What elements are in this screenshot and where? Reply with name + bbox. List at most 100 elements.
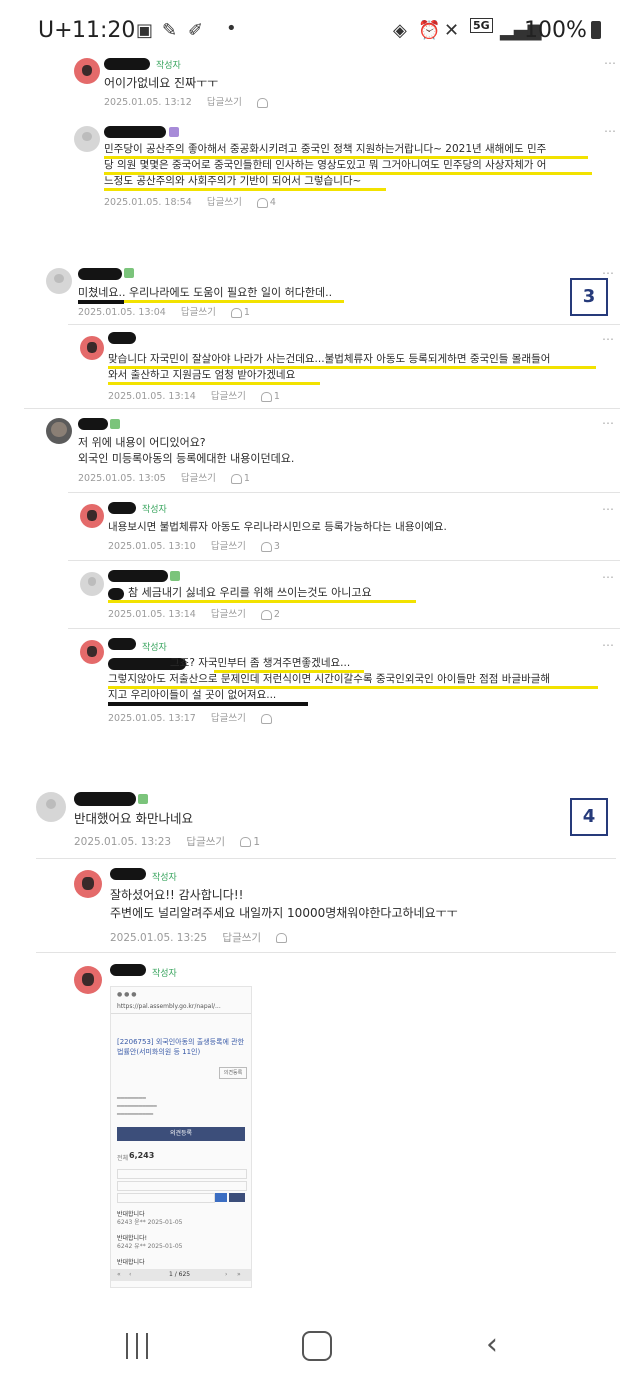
like-button[interactable] (276, 932, 289, 944)
avatar (80, 572, 104, 596)
like-button[interactable] (256, 97, 270, 108)
reply-link[interactable]: 답글쓰기 (207, 197, 242, 208)
divider (68, 492, 620, 493)
yellow-highlight (108, 382, 320, 385)
embed-title-line: 법률안(서미화의원 등 11인) (117, 1048, 201, 1056)
embed-info-line: ━━━━━━━━━━━ (117, 1103, 157, 1110)
reply-link[interactable]: 답글쓰기 (211, 713, 246, 724)
reply-link[interactable]: 답글쓰기 (211, 609, 246, 620)
embed-url: https://pal.assembly.go.kr/napal/... (117, 1003, 221, 1010)
reply-link[interactable]: 답글쓰기 (207, 97, 242, 108)
like-button[interactable]: 3 (260, 541, 280, 552)
comment-meta: 2025.01.05. 13:05 답글쓰기 1 (78, 470, 262, 484)
comment-panel-4: 4 반대했어요 화만나네요 2025.01.05. 13:23 답글쓰기 1 작… (24, 780, 624, 1290)
more-options-icon[interactable]: ⋯ (604, 56, 616, 70)
clock: 11:20 (72, 18, 136, 43)
avatar (74, 966, 102, 994)
comment-meta: 2025.01.05. 13:12 답글쓰기 (104, 94, 282, 108)
like-button[interactable]: 1 (240, 836, 260, 848)
yellow-highlight (124, 300, 344, 303)
gallery-icon: ▣ (136, 20, 154, 41)
redacted-username (104, 58, 150, 70)
like-button[interactable]: 2 (260, 609, 280, 620)
recent-apps-button[interactable] (122, 1331, 152, 1361)
reply-link[interactable]: 답글쓰기 (181, 473, 216, 484)
author-badge: 작성자 (156, 61, 181, 71)
level-badge (124, 268, 134, 278)
embed-pager-prev-icon: ‹ (129, 1271, 132, 1278)
divider (68, 628, 620, 629)
comment-meta: 2025.01.05. 13:25 답글쓰기 (110, 930, 301, 945)
embed-pager-last-icon: » (237, 1271, 241, 1278)
embed-search-button (215, 1193, 227, 1202)
embed-list-title: 반대합니다 (117, 1259, 145, 1266)
author-badge: 작성자 (142, 643, 167, 653)
comment-panel-1: 작성자 어이가없네요 진짜ㅜㅜ 2025.01.05. 13:12 답글쓰기 ⋯… (62, 48, 622, 218)
comment-text: 어이가없네요 진짜ㅜㅜ (104, 76, 219, 90)
comment-text-line: 외국인 미등록아동의 등록에대한 내용이던데요. (78, 452, 295, 465)
embed-status-bar: ● ● ● (117, 991, 137, 998)
navigation-bar: ‹ (0, 1305, 640, 1387)
level-badge (138, 794, 148, 804)
comment-date: 2025.01.05. 18:54 (104, 197, 192, 208)
redacted-username (104, 126, 166, 138)
embed-select (117, 1169, 247, 1179)
home-button[interactable] (302, 1331, 332, 1361)
section-number: 3 (570, 278, 608, 316)
reply-link[interactable]: 답글쓰기 (211, 541, 246, 552)
yellow-highlight (104, 172, 592, 175)
comment-text-line: 주변에도 널리알려주세요 내일까지 10000명채워야한다고하네요ㅜㅜ (110, 906, 458, 920)
heart-icon (256, 97, 268, 108)
more-options-icon[interactable]: ⋯ (602, 416, 614, 430)
yellow-highlight (104, 188, 386, 191)
yellow-highlight (214, 670, 364, 673)
avatar (80, 640, 104, 664)
like-button[interactable]: 4 (256, 197, 276, 208)
redacted-username (108, 502, 136, 514)
comment-text: 반대했어요 화만나네요 (74, 811, 193, 826)
avatar (46, 418, 72, 444)
more-options-icon[interactable]: ⋯ (602, 502, 614, 516)
comment-meta: 2025.01.05. 18:54 답글쓰기 4 (104, 194, 288, 208)
comment-meta: 2025.01.05. 13:04 답글쓰기 1 (78, 304, 262, 318)
embed-pager-label: 1 / 625 (169, 1271, 191, 1278)
more-options-icon[interactable]: ⋯ (602, 332, 614, 346)
like-button[interactable]: 1 (230, 307, 250, 318)
divider (68, 324, 620, 325)
reply-link[interactable]: 답글쓰기 (186, 836, 225, 848)
comment-panel-3: 3 미쳤네요.. 우리나라에도 도움이 필요한 일이 허다한데.. 2025.0… (24, 262, 620, 730)
pen-icon: ✎ (162, 20, 178, 41)
battery-percent: 100% (524, 18, 587, 43)
like-button[interactable]: 1 (260, 391, 280, 402)
more-options-icon[interactable]: ⋯ (602, 570, 614, 584)
avatar (36, 792, 66, 822)
avatar (74, 58, 100, 84)
avatar (46, 268, 72, 294)
embed-pager-next-icon: › (225, 1271, 228, 1278)
like-button[interactable]: 1 (230, 473, 250, 484)
more-options-icon[interactable]: ⋯ (602, 638, 614, 652)
comment-meta: 2025.01.05. 13:17 답글쓰기 (108, 710, 286, 724)
like-button[interactable] (260, 713, 274, 724)
redacted-username (108, 638, 136, 650)
reply-link[interactable]: 답글쓰기 (211, 391, 246, 402)
back-button[interactable]: ‹ (486, 1327, 498, 1362)
recent-apps-icon-bar (146, 1333, 148, 1359)
data-saver-icon: ◈ (393, 20, 407, 41)
comment-date: 2025.01.05. 13:14 (108, 609, 196, 620)
reply-link[interactable]: 답글쓰기 (222, 932, 261, 944)
redacted-username (110, 964, 146, 976)
embed-opinion-button: 의견등록 (117, 1127, 245, 1141)
reply-link[interactable]: 답글쓰기 (181, 307, 216, 318)
heart-icon (260, 609, 272, 620)
embedded-screenshot[interactable]: ● ● ● https://pal.assembly.go.kr/napal/.… (110, 986, 252, 1288)
dot-icon: • (226, 18, 237, 39)
heart-icon (260, 713, 272, 724)
embed-title-line: [2206753] 외국인아동의 출생등록에 관한 (117, 1038, 245, 1046)
yellow-highlight (108, 600, 416, 603)
more-options-icon[interactable]: ⋯ (602, 266, 614, 280)
comment-meta: 2025.01.05. 13:10 답글쓰기 3 (108, 538, 292, 552)
more-options-icon[interactable]: ⋯ (604, 124, 616, 138)
heart-icon (260, 541, 272, 552)
redacted-username (108, 332, 136, 344)
